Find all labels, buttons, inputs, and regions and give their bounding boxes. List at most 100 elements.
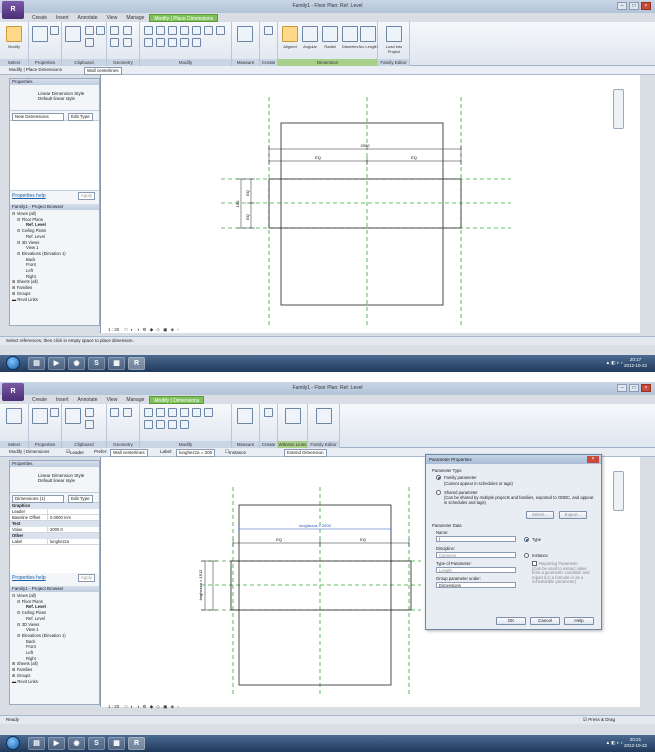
type-selector-dropdown[interactable]: Dimensions (1) [12, 495, 64, 503]
arc-length-dimension-icon[interactable] [360, 26, 376, 42]
taskbar-revit-icon[interactable]: R [128, 357, 145, 370]
modify-arrow-icon[interactable] [6, 26, 22, 42]
taskbar-skype-icon[interactable]: S [88, 737, 105, 750]
close-button[interactable]: × [641, 384, 651, 392]
delete-icon[interactable] [192, 38, 201, 47]
scale-icon[interactable] [168, 38, 177, 47]
paste-icon[interactable] [65, 26, 81, 42]
measure-icon[interactable] [237, 408, 253, 424]
tab-insert[interactable]: Insert [52, 396, 73, 404]
tab-modify-place-dimensions[interactable]: Modify | Place Dimensions [149, 14, 219, 22]
taskbar-media-icon[interactable]: ▶ [48, 737, 65, 750]
application-menu-button[interactable]: R [2, 383, 24, 401]
minimize-button[interactable]: – [617, 384, 627, 392]
start-button[interactable] [6, 736, 20, 750]
system-tray[interactable]: ▲ ◧ ◐ ♪ [606, 360, 623, 366]
modify-arrow-icon[interactable] [6, 408, 22, 424]
dim-top-label[interactable]: lunghezza = 2000 [299, 523, 331, 528]
tab-modify-dimensions[interactable]: Modify | Dimensions [149, 396, 205, 404]
maximize-button[interactable]: □ [629, 384, 639, 392]
type-of-parameter-dropdown[interactable]: Length [436, 567, 516, 573]
apply-button[interactable]: Apply [77, 192, 95, 200]
minimize-button[interactable]: – [617, 2, 627, 10]
tree-revit-links[interactable]: ▬ Revit Links [12, 679, 97, 685]
type-properties-icon[interactable] [50, 408, 59, 417]
create-group-icon[interactable] [264, 408, 273, 417]
copy-element-icon[interactable] [192, 408, 201, 417]
diameter-dimension-icon[interactable] [342, 26, 358, 42]
array-icon[interactable] [156, 420, 165, 429]
edit-witness-lines-icon[interactable] [285, 408, 301, 424]
move-icon[interactable] [180, 26, 189, 35]
taskbar-app-icon[interactable]: ▦ [108, 357, 125, 370]
delete-icon[interactable] [180, 420, 189, 429]
prefer-dropdown[interactable]: Wall centerlines [110, 449, 148, 457]
view-scale[interactable]: 1 : 20 [108, 327, 119, 332]
label-dropdown[interactable]: lunghezza = 200 [176, 449, 216, 457]
tab-create[interactable]: Create [28, 14, 51, 22]
copy-element-icon[interactable] [192, 26, 201, 35]
select-button[interactable]: Select... [526, 511, 554, 519]
align-icon[interactable] [144, 26, 153, 35]
edit-type-button[interactable]: Edit Type [68, 113, 93, 121]
tab-manage[interactable]: Manage [122, 14, 148, 22]
pin-icon[interactable] [168, 420, 177, 429]
discipline-dropdown[interactable]: Common [436, 552, 516, 558]
taskbar-clock[interactable]: 20:21 2012-10-22 [624, 737, 647, 749]
load-into-project-icon[interactable] [316, 408, 332, 424]
tab-annotate[interactable]: Annotate [74, 396, 102, 404]
taskbar-explorer-icon[interactable]: ▤ [28, 737, 45, 750]
offset-icon[interactable] [156, 26, 165, 35]
instance-parameter-checkbox[interactable]: ☐ Instance Parameter [225, 449, 250, 461]
tab-view[interactable]: View [103, 396, 122, 404]
family-parameter-radio[interactable] [436, 475, 441, 480]
close-button[interactable]: × [641, 2, 651, 10]
instance-radio[interactable] [524, 553, 529, 558]
load-into-project-icon[interactable] [386, 26, 402, 42]
copy-icon[interactable] [85, 420, 94, 429]
press-drag-toggle[interactable]: ☑ Press & Drag [583, 716, 615, 724]
taskbar-media-icon[interactable]: ▶ [48, 357, 65, 370]
rotate-icon[interactable] [204, 26, 213, 35]
help-button[interactable]: Help [564, 617, 594, 625]
edit-type-button[interactable]: Edit Type [68, 495, 93, 503]
tree-revit-links[interactable]: ▬ Revit Links [12, 297, 97, 303]
navigation-bar[interactable] [613, 471, 624, 511]
export-button[interactable]: Export... [559, 511, 587, 519]
dim-side-label[interactable]: larghezza = 1512 [198, 569, 203, 601]
shared-parameter-radio[interactable] [436, 490, 441, 495]
tab-view[interactable]: View [103, 14, 122, 22]
cut-geometry-icon[interactable] [110, 38, 119, 47]
tab-insert[interactable]: Insert [52, 14, 73, 22]
properties-icon[interactable] [32, 408, 48, 424]
view-control-icons[interactable]: □ ◐ ◑ ⚙ ◆ ◇ ▣ ◈ ‹ [125, 327, 180, 332]
taskbar-chrome-icon[interactable]: ◉ [68, 737, 85, 750]
drawing-area[interactable]: 2000 EQ EQ EQ EQ 150 [100, 75, 640, 333]
cancel-button[interactable]: Cancel [530, 617, 560, 625]
split-icon[interactable] [144, 420, 153, 429]
move-icon[interactable] [180, 408, 189, 417]
view-scale[interactable]: 1 : 20 [108, 704, 119, 709]
offset-icon[interactable] [156, 408, 165, 417]
split-icon[interactable] [144, 38, 153, 47]
extend-dimension-button[interactable]: Extend Dimension [284, 449, 327, 457]
taskbar-chrome-icon[interactable]: ◉ [68, 357, 85, 370]
split-face-icon[interactable] [123, 38, 132, 47]
rotate-icon[interactable] [204, 408, 213, 417]
join-icon[interactable] [123, 26, 132, 35]
name-input[interactable]: l [436, 536, 516, 542]
taskbar-app-icon[interactable]: ▦ [108, 737, 125, 750]
start-button[interactable] [6, 356, 20, 370]
angular-dimension-icon[interactable] [302, 26, 318, 42]
maximize-button[interactable]: □ [629, 2, 639, 10]
properties-icon[interactable] [32, 26, 48, 42]
measure-icon[interactable] [237, 26, 253, 42]
align-icon[interactable] [144, 408, 153, 417]
taskbar-revit-icon[interactable]: R [128, 737, 145, 750]
application-menu-button[interactable]: R [2, 1, 24, 19]
mirror-icon[interactable] [168, 26, 177, 35]
match-properties-icon[interactable] [96, 26, 105, 35]
aligned-dimension-icon[interactable] [282, 26, 298, 42]
copy-icon[interactable] [85, 38, 94, 47]
view-control-icons[interactable]: □ ◐ ◑ ⚙ ◆ ◇ ▣ ◈ ‹ [125, 704, 180, 709]
